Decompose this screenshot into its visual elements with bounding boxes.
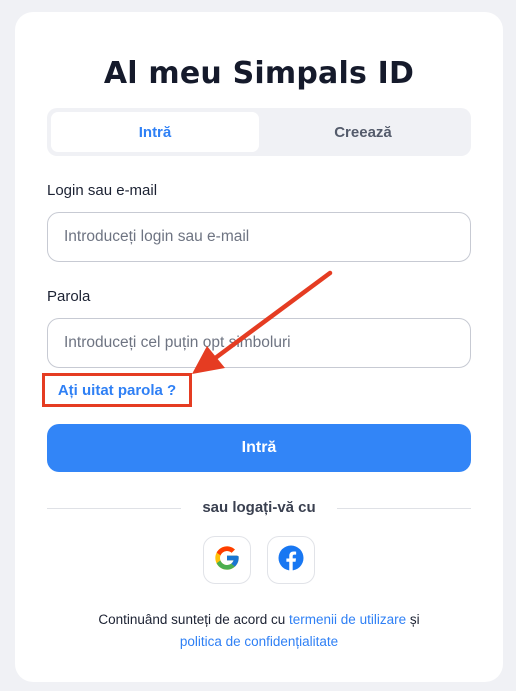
tab-login[interactable]: Intră <box>51 112 259 152</box>
terms-notice: Continuând sunteți de acord cu termenii … <box>15 609 503 653</box>
forgot-password-link[interactable]: Ați uitat parola ? <box>42 373 192 407</box>
privacy-policy-link[interactable]: politica de confidențialitate <box>180 634 338 649</box>
login-button[interactable]: Intră <box>47 424 471 472</box>
page-title: Al meu Simpals ID <box>103 56 415 91</box>
login-label: Login sau e-mail <box>47 182 158 199</box>
password-input[interactable] <box>47 318 471 368</box>
terms-prefix: Continuând sunteți de acord cu <box>98 612 286 627</box>
password-label: Parola <box>47 288 91 305</box>
auth-tabs: Intră Creează <box>47 108 471 156</box>
terms-of-use-link[interactable]: termenii de utilizare <box>289 612 406 627</box>
google-icon <box>213 544 241 577</box>
login-input[interactable] <box>47 212 471 262</box>
tab-register[interactable]: Creează <box>259 112 467 152</box>
terms-and: și <box>409 612 420 627</box>
divider-line-right <box>337 508 471 509</box>
facebook-icon <box>276 543 306 578</box>
login-card: Al meu Simpals ID Intră Creează Login sa… <box>15 12 503 682</box>
facebook-login-button[interactable] <box>267 536 315 584</box>
google-login-button[interactable] <box>203 536 251 584</box>
